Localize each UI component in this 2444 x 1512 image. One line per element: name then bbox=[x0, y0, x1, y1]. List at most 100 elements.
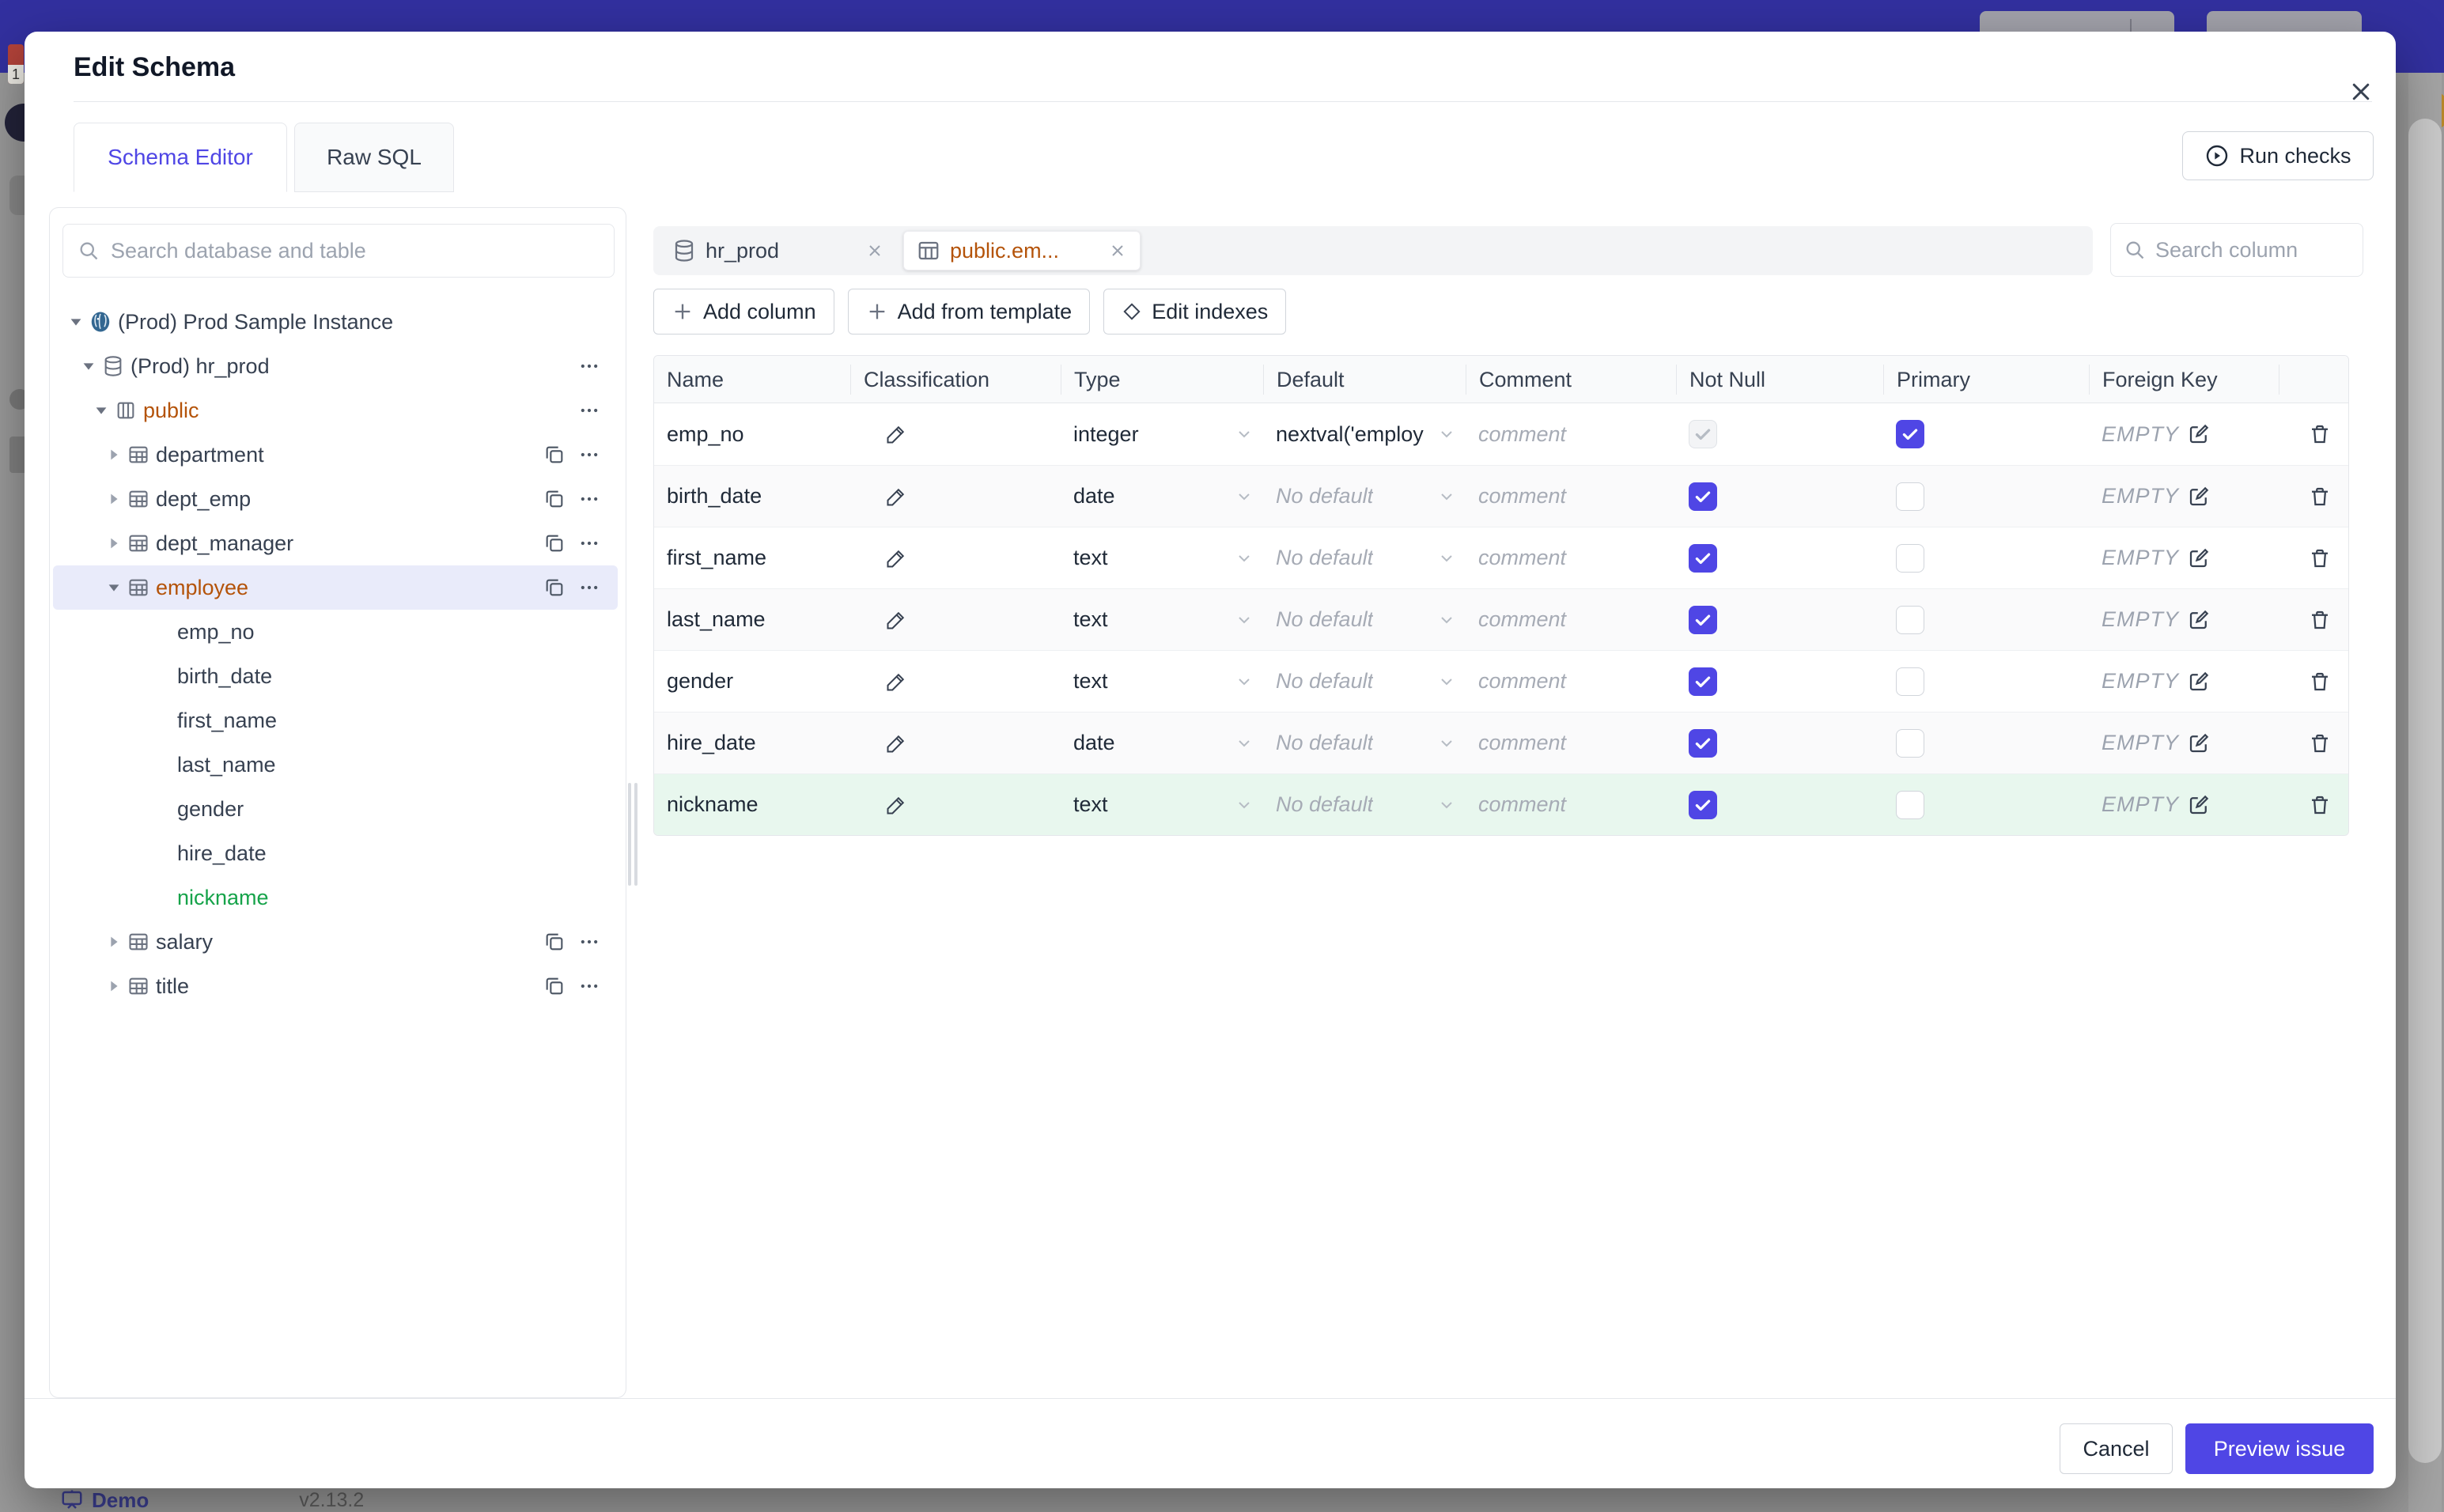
tab-chip-hr-prod[interactable]: hr_prod bbox=[660, 231, 897, 270]
edit-foreign-key-icon[interactable] bbox=[2187, 731, 2211, 755]
chevron-down-icon[interactable] bbox=[1437, 549, 1456, 568]
close-tab-icon[interactable] bbox=[1108, 241, 1127, 260]
tree-item-dept_manager[interactable]: dept_manager bbox=[53, 521, 618, 565]
chevron-down-icon[interactable] bbox=[1235, 549, 1254, 568]
more-menu-icon[interactable] bbox=[572, 444, 607, 466]
column-search-box[interactable] bbox=[2110, 223, 2363, 277]
more-menu-icon[interactable] bbox=[572, 355, 607, 377]
column-name[interactable]: nickname bbox=[667, 792, 759, 817]
primary-checkbox[interactable] bbox=[1896, 605, 1924, 634]
delete-row-icon[interactable] bbox=[2308, 546, 2332, 570]
caret-right-icon[interactable] bbox=[104, 933, 124, 951]
copy-icon[interactable] bbox=[537, 488, 572, 510]
chevron-down-icon[interactable] bbox=[1437, 734, 1456, 753]
primary-checkbox[interactable] bbox=[1896, 482, 1924, 511]
edit-foreign-key-icon[interactable] bbox=[2187, 608, 2211, 632]
type-select[interactable]: text bbox=[1061, 792, 1263, 817]
delete-row-icon[interactable] bbox=[2308, 793, 2332, 817]
tree-item-first_name[interactable]: first_name bbox=[53, 698, 618, 743]
primary-checkbox[interactable] bbox=[1896, 790, 1924, 819]
tab-schema-editor[interactable]: Schema Editor bbox=[74, 123, 287, 192]
comment-cell[interactable]: comment bbox=[1466, 607, 1676, 632]
type-select[interactable]: integer bbox=[1061, 422, 1263, 447]
chevron-down-icon[interactable] bbox=[1235, 610, 1254, 629]
tree-search-box[interactable] bbox=[62, 224, 615, 278]
delete-row-icon[interactable] bbox=[2308, 485, 2332, 508]
classification-pencil-icon[interactable] bbox=[885, 609, 907, 631]
not-null-checkbox[interactable] bbox=[1689, 543, 1717, 573]
tree-item-birth_date[interactable]: birth_date bbox=[53, 654, 618, 698]
tree-item-nickname[interactable]: nickname bbox=[53, 875, 618, 920]
column-name[interactable]: hire_date bbox=[667, 731, 756, 755]
more-menu-icon[interactable] bbox=[572, 975, 607, 997]
chevron-down-icon[interactable] bbox=[1235, 796, 1254, 815]
column-name[interactable]: first_name bbox=[667, 546, 766, 570]
copy-icon[interactable] bbox=[537, 532, 572, 554]
not-null-checkbox[interactable] bbox=[1689, 605, 1717, 634]
chevron-down-icon[interactable] bbox=[1437, 610, 1456, 629]
classification-pencil-icon[interactable] bbox=[885, 547, 907, 569]
close-icon[interactable] bbox=[2345, 76, 2377, 108]
chevron-down-icon[interactable] bbox=[1235, 425, 1254, 444]
caret-down-icon[interactable] bbox=[91, 402, 112, 419]
tree-item-public[interactable]: public bbox=[53, 388, 618, 433]
column-search-input[interactable] bbox=[2155, 237, 2337, 263]
type-select[interactable]: date bbox=[1061, 731, 1263, 755]
tree-search-input[interactable] bbox=[111, 238, 600, 263]
default-select[interactable]: No default bbox=[1263, 669, 1466, 694]
type-select[interactable]: date bbox=[1061, 484, 1263, 508]
more-menu-icon[interactable] bbox=[572, 399, 607, 421]
delete-row-icon[interactable] bbox=[2308, 731, 2332, 755]
tree-item-title[interactable]: title bbox=[53, 964, 618, 1008]
edit-foreign-key-icon[interactable] bbox=[2187, 670, 2211, 694]
tree-item-gender[interactable]: gender bbox=[53, 787, 618, 831]
default-select[interactable]: No default bbox=[1263, 607, 1466, 632]
run-checks-button[interactable]: Run checks bbox=[2182, 131, 2374, 180]
tree-item-hire_date[interactable]: hire_date bbox=[53, 831, 618, 875]
column-name[interactable]: last_name bbox=[667, 607, 766, 632]
tree-item-department[interactable]: department bbox=[53, 433, 618, 477]
comment-cell[interactable]: comment bbox=[1466, 792, 1676, 817]
edit-foreign-key-icon[interactable] bbox=[2187, 422, 2211, 446]
caret-down-icon[interactable] bbox=[104, 579, 124, 596]
not-null-checkbox[interactable] bbox=[1689, 482, 1717, 511]
comment-cell[interactable]: comment bbox=[1466, 484, 1676, 508]
edit-foreign-key-icon[interactable] bbox=[2187, 793, 2211, 817]
classification-pencil-icon[interactable] bbox=[885, 486, 907, 508]
tree-item--prod-prod-sample-instance[interactable]: (Prod) Prod Sample Instance bbox=[53, 300, 618, 344]
more-menu-icon[interactable] bbox=[572, 576, 607, 599]
classification-pencil-icon[interactable] bbox=[885, 794, 907, 816]
tree-item-emp_no[interactable]: emp_no bbox=[53, 610, 618, 654]
panel-resize-handle[interactable] bbox=[628, 783, 637, 886]
type-select[interactable]: text bbox=[1061, 669, 1263, 694]
tab-raw-sql[interactable]: Raw SQL bbox=[294, 123, 454, 192]
add-column-button[interactable]: Add column bbox=[653, 289, 834, 335]
default-select[interactable]: nextval('employ bbox=[1263, 422, 1466, 447]
chevron-down-icon[interactable] bbox=[1437, 796, 1456, 815]
comment-cell[interactable]: comment bbox=[1466, 422, 1676, 447]
default-select[interactable]: No default bbox=[1263, 731, 1466, 755]
close-tab-icon[interactable] bbox=[865, 241, 884, 260]
chevron-down-icon[interactable] bbox=[1235, 487, 1254, 506]
preview-issue-button[interactable]: Preview issue bbox=[2185, 1423, 2374, 1474]
primary-checkbox[interactable] bbox=[1896, 543, 1924, 573]
cancel-button[interactable]: Cancel bbox=[2060, 1423, 2173, 1474]
not-null-checkbox[interactable] bbox=[1689, 790, 1717, 819]
delete-row-icon[interactable] bbox=[2308, 670, 2332, 694]
default-select[interactable]: No default bbox=[1263, 484, 1466, 508]
delete-row-icon[interactable] bbox=[2308, 422, 2332, 446]
default-select[interactable]: No default bbox=[1263, 546, 1466, 570]
column-name[interactable]: birth_date bbox=[667, 484, 762, 508]
column-name[interactable]: emp_no bbox=[667, 422, 744, 447]
edit-foreign-key-icon[interactable] bbox=[2187, 546, 2211, 570]
copy-icon[interactable] bbox=[537, 444, 572, 466]
tree-item-employee[interactable]: employee bbox=[53, 565, 618, 610]
more-menu-icon[interactable] bbox=[572, 931, 607, 953]
tree-item--prod-hr_prod[interactable]: (Prod) hr_prod bbox=[53, 344, 618, 388]
browser-scrollbar-thumb[interactable] bbox=[2408, 119, 2442, 1463]
chevron-down-icon[interactable] bbox=[1235, 672, 1254, 691]
more-menu-icon[interactable] bbox=[572, 532, 607, 554]
caret-right-icon[interactable] bbox=[104, 977, 124, 995]
column-name[interactable]: gender bbox=[667, 669, 733, 694]
default-select[interactable]: No default bbox=[1263, 792, 1466, 817]
